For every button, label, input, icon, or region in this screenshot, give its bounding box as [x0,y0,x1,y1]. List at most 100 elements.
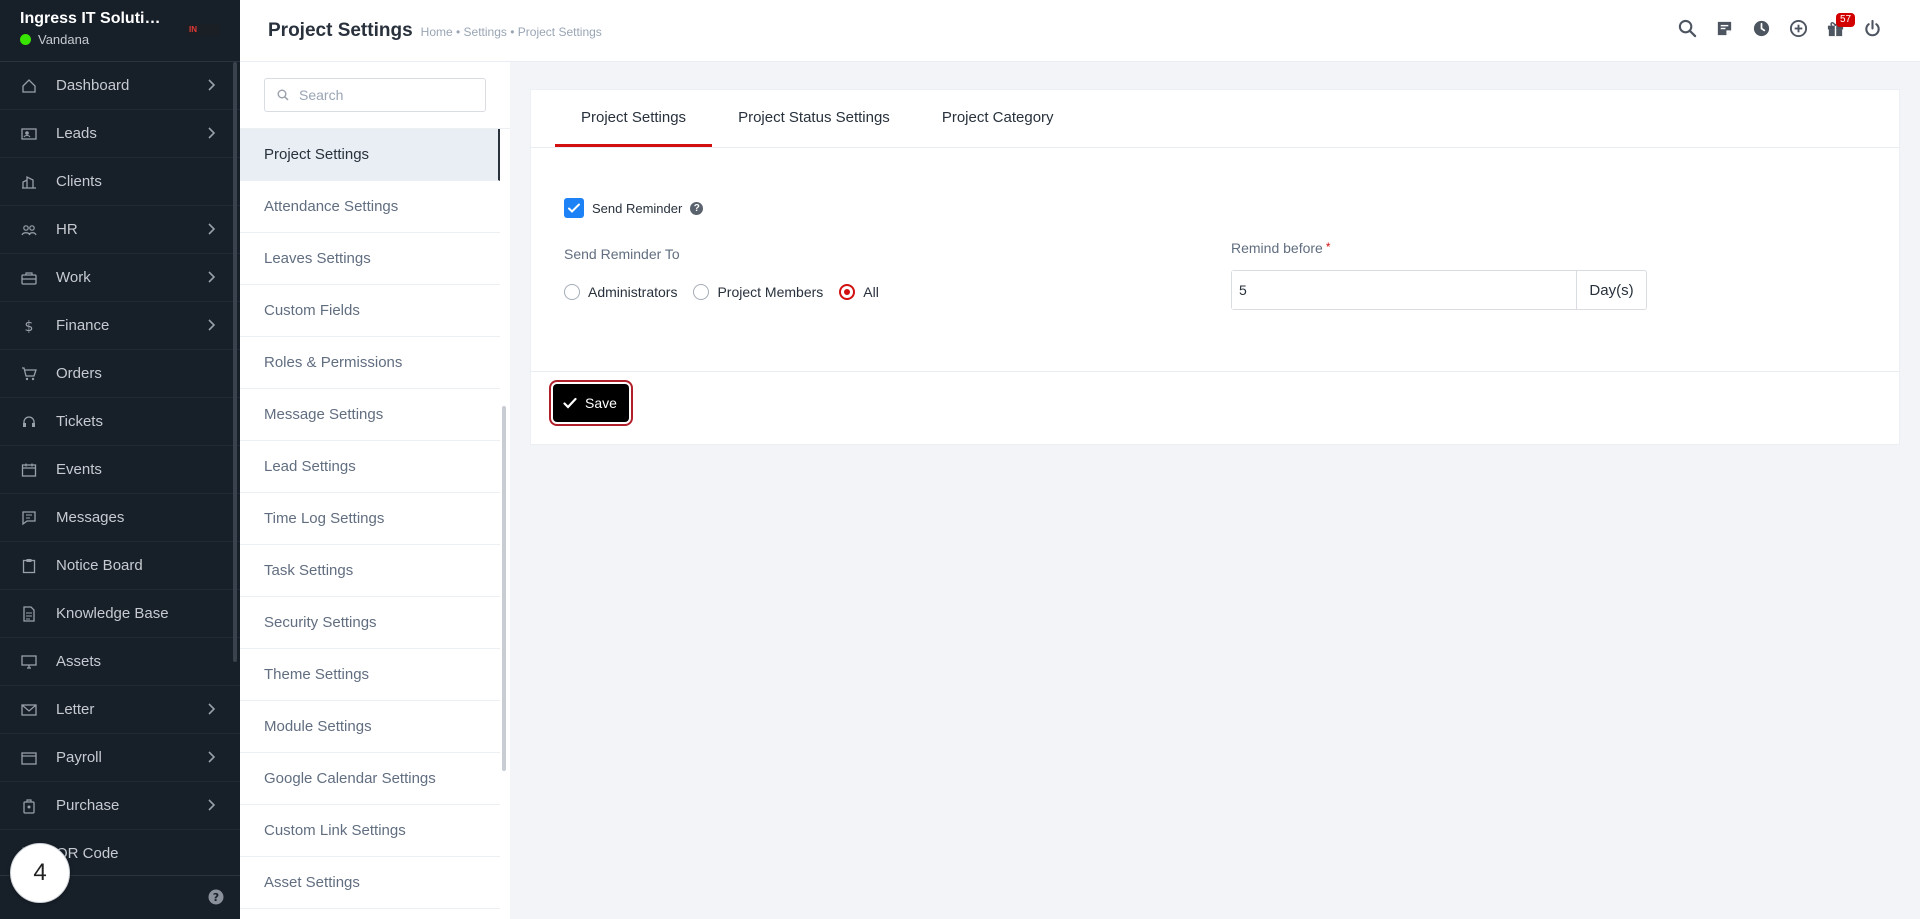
settings-menu-item-asset-settings[interactable]: Asset Settings [240,857,500,909]
help-tooltip-icon[interactable]: ? [690,201,704,215]
radio-label: Administrators [588,284,678,300]
save-button-label: Save [585,395,617,411]
sidebar-item-payroll[interactable]: Payroll [0,734,240,782]
sidebar-item-clients[interactable]: Clients [0,158,240,206]
sidebar-item-orders[interactable]: Orders [0,350,240,398]
search-icon[interactable] [1678,19,1697,38]
sidebar-item-label: Finance [56,317,110,334]
sidebar-item-label: Dashboard [56,77,130,94]
sidebar-nav: Dashboard Leads Clients HR Work $ Finance Order… [0,62,240,878]
settings-search-box[interactable] [264,78,486,112]
radio-button[interactable] [564,284,580,300]
settings-menu-item-module-settings[interactable]: Module Settings [240,701,500,753]
cart-icon [20,365,38,383]
settings-menu-item-time-log-settings[interactable]: Time Log Settings [240,493,500,545]
chevron-right-icon [204,78,218,92]
sidebar-item-label: Work [56,269,91,286]
people-icon [20,221,38,239]
search-icon [277,89,289,101]
radio-button[interactable] [693,284,710,300]
sidebar-item-notice-board[interactable]: Notice Board [0,542,240,590]
help-icon[interactable]: ? [208,889,224,905]
add-circle-icon[interactable] [1789,19,1808,38]
sidebar-item-label: HR [56,221,78,238]
svg-text:$: $ [25,319,34,334]
radio-label: Project Members [717,284,824,300]
sidebar-item-dashboard[interactable]: Dashboard [0,62,240,110]
sidebar-item-tickets[interactable]: Tickets [0,398,240,446]
sidebar-item-label: Knowledge Base [56,605,169,622]
settings-menu-item-message-settings[interactable]: Message Settings [240,389,500,441]
send-reminder-checkbox[interactable] [564,198,584,218]
tab-project-category[interactable]: Project Category [916,90,1080,147]
headset-icon [20,413,38,431]
sidebar-item-purchase[interactable]: Purchase [0,782,240,830]
chevron-right-icon [204,270,218,284]
building-icon [20,173,38,191]
sidebar-item-events[interactable]: Events [0,446,240,494]
settings-menu-item-project-settings[interactable]: Project Settings [240,129,500,181]
clock-icon[interactable] [1752,19,1771,38]
form-footer: Save [531,372,1899,434]
sidebar-item-assets[interactable]: Assets [0,638,240,686]
settings-menu-item-leaves-settings[interactable]: Leaves Settings [240,233,500,285]
sidebar-item-messages[interactable]: Messages [0,494,240,542]
sidebar-item-hr[interactable]: HR [0,206,240,254]
settings-menu: Project SettingsAttendance SettingsLeave… [240,62,510,919]
send-reminder-row: Send Reminder ? [564,198,1866,218]
sidebar-item-label: Clients [56,173,102,190]
tab-project-settings[interactable]: Project Settings [555,90,713,147]
chevron-right-icon [204,702,218,716]
settings-menu-item-custom-link-settings[interactable]: Custom Link Settings [240,805,500,857]
sidebar-item-label: Notice Board [56,557,143,574]
settings-menu-item-theme-settings[interactable]: Theme Settings [240,649,500,701]
settings-menu-scrollbar[interactable] [502,406,506,771]
sidebar-item-label: Purchase [56,797,120,814]
settings-menu-item-custom-fields[interactable]: Custom Fields [240,285,500,337]
sidebar-item-work[interactable]: Work [0,254,240,302]
chevron-right-icon [204,318,218,332]
settings-menu-item-roles-permissions[interactable]: Roles & Permissions [240,337,500,389]
chevron-right-icon [204,222,218,236]
settings-tabs: Project Settings Project Status Settings P… [531,90,1899,148]
settings-menu-item-task-settings[interactable]: Task Settings [240,545,500,597]
chevron-right-icon [204,126,218,140]
sidebar-item-knowledge-base[interactable]: Knowledge Base [0,590,240,638]
top-header: Project Settings Home • Settings • Proje… [240,0,1920,62]
radio-administrators[interactable]: Administrators [564,284,677,300]
sticky-note-icon[interactable] [1715,19,1734,38]
radio-project-members[interactable]: Project Members [693,284,823,300]
bag-icon [20,797,38,815]
remind-before-input[interactable] [1232,271,1576,309]
settings-search-input[interactable] [299,87,479,103]
remind-before-input-group: Day(s) [1231,270,1647,310]
page-title: Project Settings [268,19,413,41]
sidebar-item-letter[interactable]: Letter [0,686,240,734]
power-icon[interactable] [1863,19,1882,38]
radio-button[interactable] [839,284,856,300]
sidebar-header[interactable]: Ingress IT Soluti… Vandana IN [0,0,240,62]
calendar-icon [20,461,38,479]
sidebar-scrollbar[interactable] [233,62,237,662]
document-icon [20,605,38,623]
chevron-right-icon [204,798,218,812]
settings-menu-item-google-calendar-settings[interactable]: Google Calendar Settings [240,753,500,805]
notification-count-badge: 57 [1836,13,1856,27]
envelope-icon [20,701,38,719]
sidebar-item-label: Orders [56,365,102,382]
chat-icon [20,509,38,527]
tab-project-status-settings[interactable]: Project Status Settings [712,90,916,147]
sidebar-item-leads[interactable]: Leads [0,110,240,158]
settings-menu-item-lead-settings[interactable]: Lead Settings [240,441,500,493]
notification-bell-icon[interactable]: 57 [1826,13,1856,38]
settings-menu-list: Project Settings Attendance Settings Leave… [240,128,510,909]
check-icon [563,397,577,409]
required-asterisk: * [1325,240,1331,254]
settings-menu-item-security-settings[interactable]: Security Settings [240,597,500,649]
wallet-icon [20,749,38,767]
settings-menu-item-attendance-settings[interactable]: Attendance Settings [240,181,500,233]
save-button[interactable]: Save [553,384,629,422]
sidebar-item-finance[interactable]: $ Finance [0,302,240,350]
radio-all[interactable]: All [839,284,879,300]
clipboard-icon [20,557,38,575]
